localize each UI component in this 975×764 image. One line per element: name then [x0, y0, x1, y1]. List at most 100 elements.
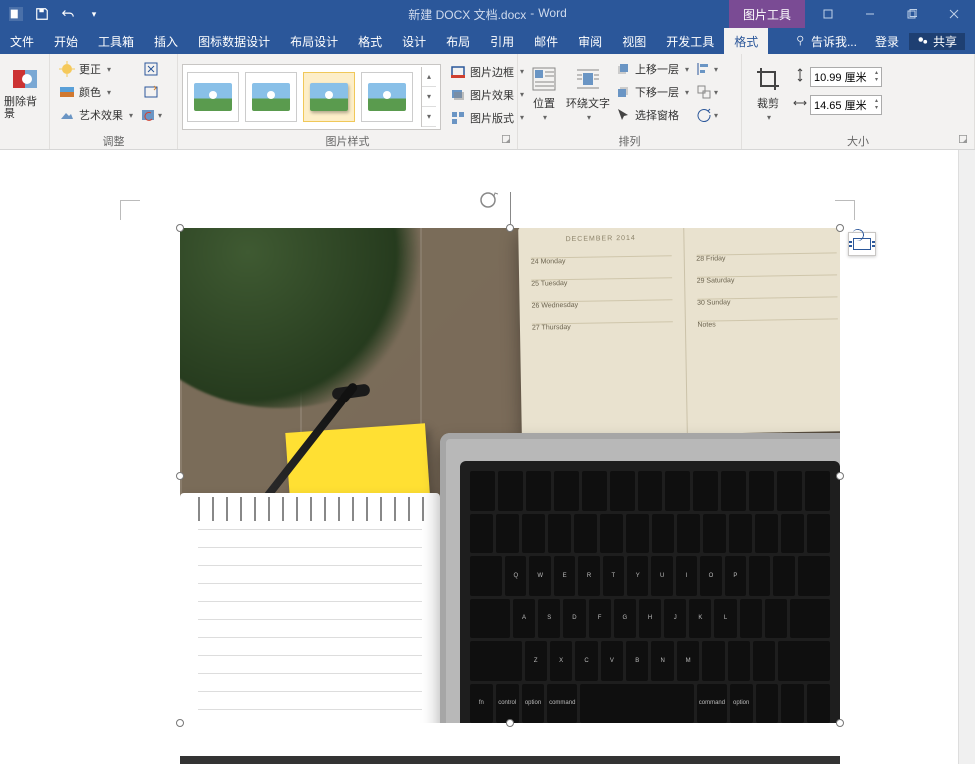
chevron-down-icon: ▾ [587, 113, 591, 122]
artistic-icon [59, 107, 75, 123]
selected-image[interactable]: DECEMBER 2014 24 Monday 25 Tuesday 26 We… [180, 228, 840, 723]
resize-handle[interactable] [506, 224, 514, 232]
style-item-2[interactable] [245, 72, 297, 122]
restore-button[interactable] [891, 0, 933, 28]
chevron-down-icon: ▾ [129, 111, 133, 120]
gallery-scroll-down[interactable]: ▾ [422, 87, 436, 107]
chevron-down-icon: ▾ [107, 65, 111, 74]
tell-me-input[interactable]: 告诉我... [787, 33, 865, 50]
chevron-down-icon: ▾ [543, 113, 547, 122]
document-title: 新建 DOCX 文档.docx [408, 6, 526, 23]
picture-styles-gallery[interactable]: ▴ ▾ ▾ [182, 64, 441, 130]
tab-chartdata[interactable]: 图标数据设计 [188, 28, 280, 54]
picture-layout-button[interactable]: 图片版式▾ [447, 107, 527, 129]
height-input[interactable]: 10.99 厘米▴▾ [810, 67, 882, 87]
word-app-icon[interactable] [4, 2, 28, 26]
close-button[interactable] [933, 0, 975, 28]
height-icon [792, 67, 808, 88]
wrap-text-button[interactable]: 环绕文字▾ [566, 56, 610, 130]
group-objects-button[interactable]: ▾ [696, 81, 718, 103]
tab-file[interactable]: 文件 [0, 28, 44, 54]
remove-background-button[interactable]: 删除背景 [4, 56, 45, 130]
tab-review[interactable]: 审阅 [568, 28, 612, 54]
document-canvas[interactable]: DECEMBER 2014 24 Monday 25 Tuesday 26 We… [0, 150, 975, 764]
layout-options-button[interactable] [848, 232, 876, 256]
crop-button[interactable]: 裁剪▾ [746, 56, 790, 130]
tab-home[interactable]: 开始 [44, 28, 88, 54]
vertical-scrollbar[interactable] [958, 150, 975, 764]
chevron-down-icon: ▾ [714, 88, 718, 97]
tab-format-picture[interactable]: 格式 [724, 28, 768, 54]
style-item-1[interactable] [187, 72, 239, 122]
spinner-icon[interactable]: ▴▾ [875, 98, 878, 112]
bring-forward-button[interactable]: 上移一层▾ [612, 58, 692, 80]
compress-pictures-button[interactable] [140, 58, 162, 80]
style-item-3[interactable] [303, 72, 355, 122]
gallery-scroll-up[interactable]: ▴ [422, 67, 436, 87]
margin-corner-icon [835, 200, 855, 220]
rotate-connector [510, 192, 511, 224]
style-item-4[interactable] [361, 72, 413, 122]
app-name: Word [538, 6, 566, 23]
resize-handle[interactable] [506, 719, 514, 727]
spinner-icon[interactable]: ▴▾ [875, 70, 878, 84]
undo-button[interactable] [56, 2, 80, 26]
resize-handle[interactable] [176, 472, 184, 480]
group-label-adjust: 调整 [54, 133, 173, 149]
gallery-more[interactable]: ▾ [422, 107, 436, 127]
resize-handle[interactable] [836, 719, 844, 727]
chevron-down-icon: ▾ [767, 113, 771, 122]
tab-layoutdesign[interactable]: 布局设计 [280, 28, 348, 54]
ribbon-display-icon[interactable] [807, 0, 849, 28]
rotate-button[interactable]: ▾ [696, 104, 718, 126]
send-backward-button[interactable]: 下移一层▾ [612, 81, 692, 103]
tab-insert[interactable]: 插入 [144, 28, 188, 54]
contextual-tab-picture-tools: 图片工具 [729, 0, 805, 28]
color-icon [59, 84, 75, 100]
color-button[interactable]: 颜色▾ [56, 81, 136, 103]
rotate-handle[interactable] [478, 190, 498, 210]
reset-picture-button[interactable]: ▾ [140, 104, 162, 126]
group-label-styles: 图片样式 [182, 133, 513, 149]
picture-effects-button[interactable]: 图片效果▾ [447, 84, 527, 106]
tab-mailings[interactable]: 邮件 [524, 28, 568, 54]
position-button[interactable]: 位置▾ [522, 56, 566, 130]
artistic-effects-button[interactable]: 艺术效果▾ [56, 104, 136, 126]
planner-graphic: DECEMBER 2014 24 Monday 25 Tuesday 26 We… [518, 228, 840, 437]
change-picture-button[interactable] [140, 81, 162, 103]
tab-layout2[interactable]: 布局 [436, 28, 480, 54]
minimize-button[interactable] [849, 0, 891, 28]
resize-handle[interactable] [176, 224, 184, 232]
chevron-down-icon: ▾ [714, 65, 718, 74]
share-button[interactable]: 共享 [909, 33, 965, 50]
selection-pane-icon [615, 107, 631, 123]
save-button[interactable] [30, 2, 54, 26]
chevron-down-icon: ▾ [714, 111, 718, 120]
dialog-launcher-icon[interactable] [502, 135, 510, 143]
group-label-arrange: 排列 [522, 133, 737, 149]
tab-references[interactable]: 引用 [480, 28, 524, 54]
wrap-text-icon [574, 65, 602, 93]
tab-toolkit[interactable]: 工具箱 [88, 28, 144, 54]
tab-design[interactable]: 设计 [392, 28, 436, 54]
resize-handle[interactable] [836, 472, 844, 480]
qat-more-button[interactable]: ▾ [82, 2, 106, 26]
selection-pane-button[interactable]: 选择窗格 [612, 104, 692, 126]
align-button[interactable]: ▾ [696, 58, 718, 80]
corrections-button[interactable]: 更正▾ [56, 58, 136, 80]
picture-border-button[interactable]: 图片边框▾ [447, 61, 527, 83]
width-input[interactable]: 14.65 厘米▴▾ [810, 95, 882, 115]
next-content-hint [180, 756, 840, 764]
login-button[interactable]: 登录 [865, 33, 909, 50]
margin-corner-icon [120, 200, 140, 220]
tab-format1[interactable]: 格式 [348, 28, 392, 54]
bring-forward-icon [615, 61, 631, 77]
crop-icon [754, 65, 782, 93]
dialog-launcher-icon[interactable] [959, 135, 967, 143]
resize-handle[interactable] [176, 719, 184, 727]
tab-developer[interactable]: 开发工具 [656, 28, 724, 54]
send-backward-icon [615, 84, 631, 100]
resize-handle[interactable] [836, 224, 844, 232]
chevron-down-icon: ▾ [685, 88, 689, 97]
tab-view[interactable]: 视图 [612, 28, 656, 54]
